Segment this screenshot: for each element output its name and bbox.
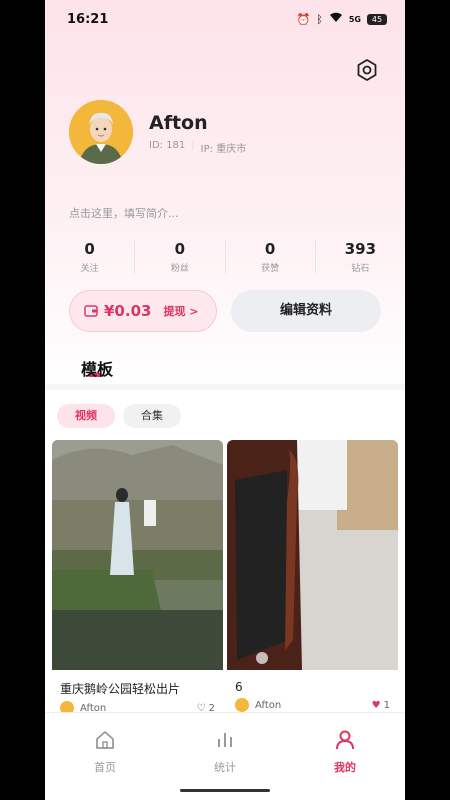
video-card[interactable]: 6 Afton ♥ 1: [227, 440, 398, 730]
stat-fans[interactable]: 0 粉丝: [134, 240, 224, 274]
bottom-nav: 首页 统计 我的: [45, 712, 405, 800]
wallet-button[interactable]: ¥0.03 提现 >: [69, 290, 217, 332]
author-name: Afton: [255, 700, 282, 711]
nav-me[interactable]: 我的: [285, 713, 405, 800]
stat-label: 关注: [80, 264, 99, 274]
heart-filled-icon: ♥: [371, 699, 381, 711]
nav-label: 首页: [94, 761, 116, 774]
section-title: 模板: [81, 360, 114, 379]
meta-separator: |: [191, 140, 195, 151]
wallet-amount: ¥0.03: [104, 302, 152, 320]
content-tabs: 视频 合集: [57, 404, 181, 428]
tab-videos[interactable]: 视频: [57, 404, 115, 428]
alarm-icon: ⏰: [296, 12, 311, 26]
nav-label: 我的: [334, 761, 356, 774]
wallet-icon: [84, 302, 98, 321]
home-indicator[interactable]: [180, 789, 270, 792]
nav-label: 统计: [214, 761, 236, 774]
bar-chart-icon: [218, 733, 232, 747]
author-avatar: [235, 698, 249, 712]
section-divider: [45, 384, 405, 390]
video-title: 重庆鹅岭公园轻松出片: [60, 682, 181, 696]
stat-diamonds[interactable]: 393 钻石: [314, 240, 405, 274]
network-label: 5G: [348, 14, 361, 24]
stat-label: 钻石: [351, 264, 370, 274]
battery-icon: 45: [367, 13, 387, 25]
profile-name: Afton: [149, 112, 208, 134]
bio-placeholder[interactable]: 点击这里，填写简介...: [69, 205, 179, 221]
status-bar: 16:21 ⏰ ᛒ 5G 45: [45, 0, 405, 40]
stat-value: 0: [264, 240, 276, 258]
avatar[interactable]: [69, 100, 133, 164]
video-thumbnail: [227, 440, 398, 670]
stat-label: 粉丝: [170, 264, 189, 274]
tab-collections[interactable]: 合集: [123, 404, 181, 428]
settings-gear-icon[interactable]: [355, 58, 379, 82]
like-count[interactable]: ♥ 1: [372, 700, 390, 711]
profile-id: ID: 181: [149, 140, 186, 151]
video-title: 6: [235, 680, 243, 694]
profile-screen: 16:21 ⏰ ᛒ 5G 45 Afton ID: 181 | IP: 重庆市 …: [45, 0, 405, 800]
home-icon: [96, 731, 114, 749]
stat-value: 0: [84, 240, 95, 258]
stats-row: 0 关注 0 粉丝 0 获赞 393 钻石: [45, 240, 405, 274]
stat-likes[interactable]: 0 获赞: [224, 240, 315, 274]
stat-value: 393: [344, 240, 377, 258]
withdraw-link[interactable]: 提现 >: [163, 303, 198, 319]
stat-following[interactable]: 0 关注: [45, 240, 134, 274]
profile-meta: ID: 181 | IP: 重庆市: [149, 140, 246, 155]
person-icon: [336, 730, 354, 750]
profile-ip: IP: 重庆市: [200, 144, 247, 155]
status-icons: ⏰ ᛒ 5G 45: [297, 12, 387, 26]
status-time: 16:21: [67, 12, 109, 27]
nav-home[interactable]: 首页: [45, 713, 165, 800]
stat-value: 0: [174, 240, 186, 258]
video-card[interactable]: 重庆鹅岭公园轻松出片 Afton ♡ 2: [52, 440, 223, 730]
wifi-icon: [329, 12, 343, 26]
nav-stats[interactable]: 统计: [165, 713, 285, 800]
like-count-value: 1: [383, 699, 390, 711]
bluetooth-icon: ᛒ: [316, 12, 323, 26]
video-thumbnail: [52, 440, 223, 670]
author: Afton: [235, 698, 281, 712]
stat-label: 获赞: [261, 264, 280, 274]
video-footer: Afton ♥ 1: [235, 698, 390, 712]
edit-profile-button[interactable]: 编辑资料: [231, 290, 381, 332]
